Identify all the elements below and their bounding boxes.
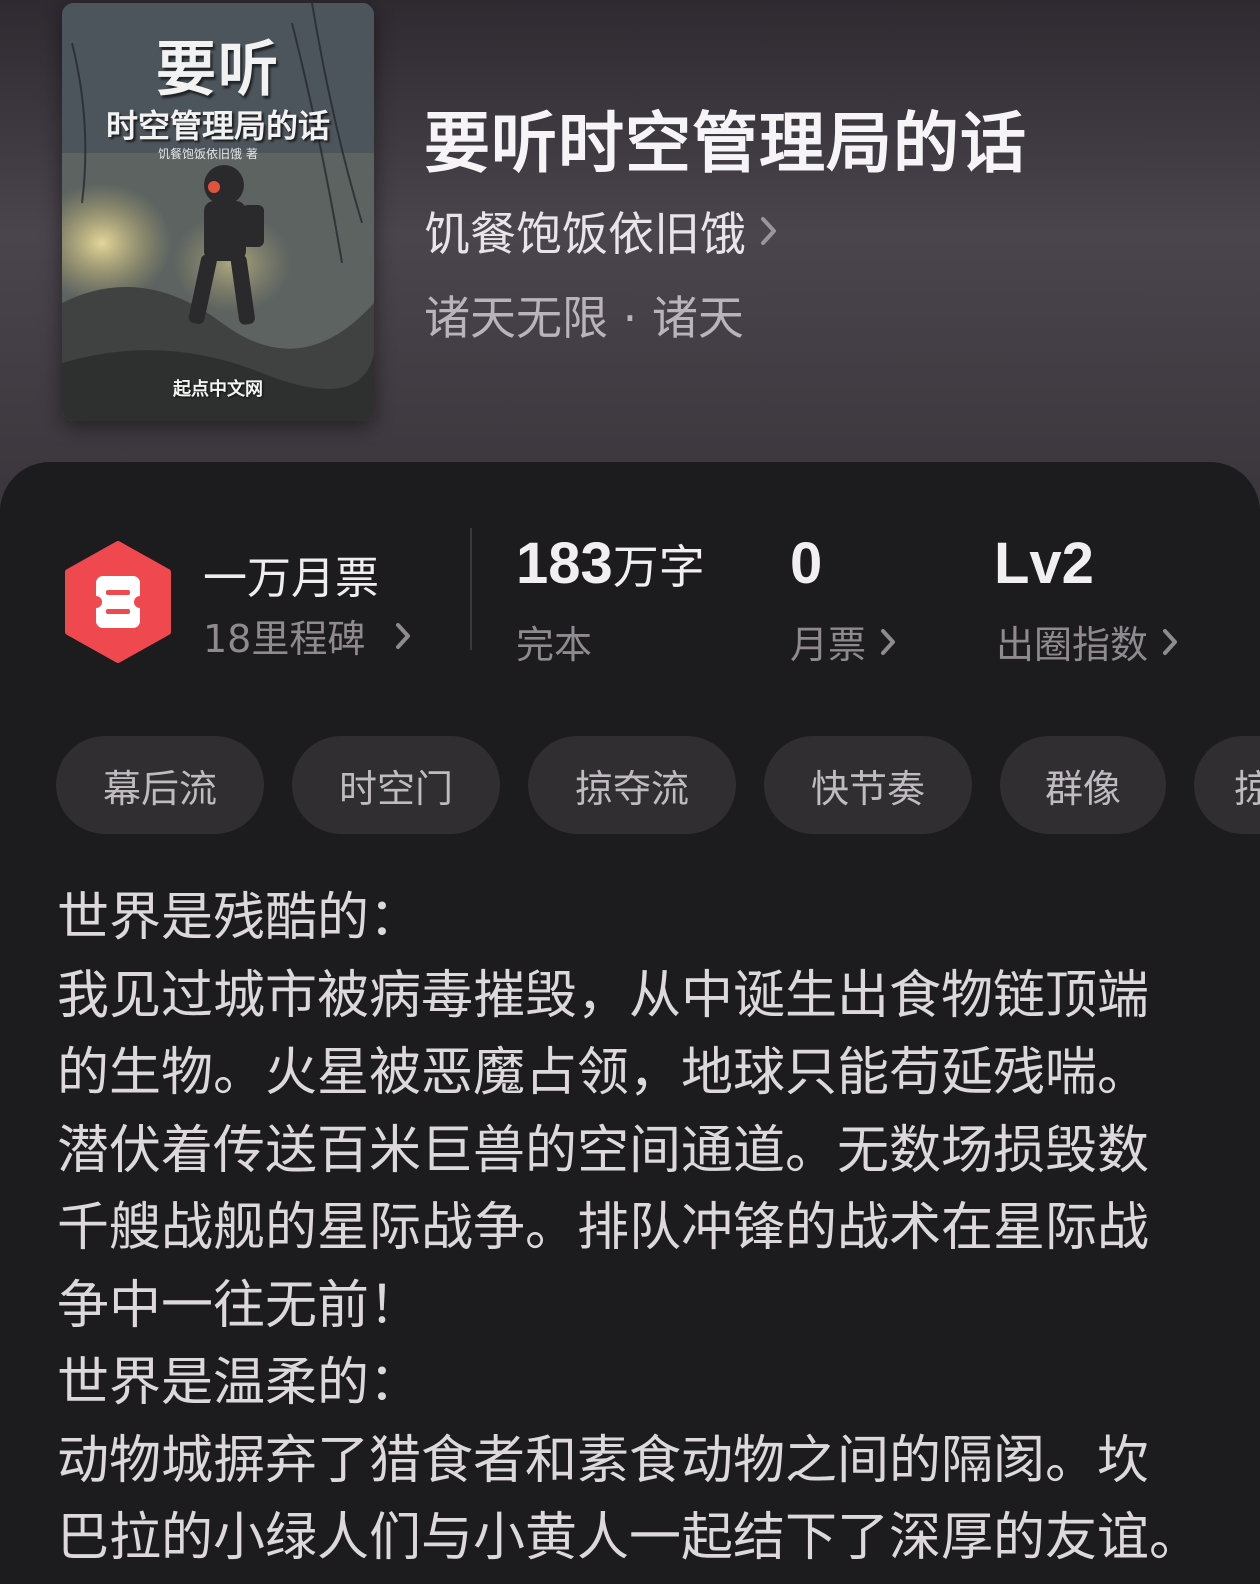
milestone-link[interactable]: 18里程碑 bbox=[203, 608, 411, 663]
synopsis-line: 千艘战舰的星际战争。排队冲锋的战术在星际战 bbox=[57, 1198, 1150, 1258]
synopsis-line: 世界是残酷的： bbox=[57, 888, 422, 948]
author-link[interactable]: 饥餐饱饭依旧饿 bbox=[424, 198, 778, 264]
cover-title-sub: 时空管理局的话 bbox=[105, 107, 330, 145]
monthly-ticket-label: 月票 bbox=[790, 623, 867, 667]
synopsis-line: 动物城摒弃了猎食者和素食动物之间的隔阂。坎 bbox=[57, 1430, 1150, 1491]
chevron-right-icon bbox=[761, 217, 776, 245]
word-count-unit: 万字 bbox=[612, 540, 705, 594]
chevron-right-icon bbox=[1163, 628, 1178, 655]
milestone-title: 一万月票 bbox=[203, 553, 379, 604]
chevron-right-icon bbox=[881, 628, 896, 655]
cover-author: 饥餐饱饭依旧饿 著 bbox=[158, 147, 258, 161]
author-name: 饥餐饱饭依旧饿 bbox=[424, 207, 746, 261]
synopsis-line: 巴拉的小绿人们与小黄人一起结下了深厚的友谊。 bbox=[57, 1508, 1202, 1568]
tag-chip[interactable]: 时空门 bbox=[292, 736, 500, 834]
book-cover[interactable]: 要听 时空管理局的话 饥餐饱饭依旧饿 著 起点中文网 bbox=[62, 3, 374, 421]
synopsis-line: 争中一往无前！ bbox=[57, 1275, 422, 1336]
word-count-value: 183万字 bbox=[516, 531, 705, 596]
tag-chip[interactable]: 幕后流 bbox=[56, 736, 264, 834]
tag-chip[interactable]: 掠夺流 bbox=[528, 736, 736, 834]
word-count-status: 完本 bbox=[516, 623, 593, 667]
cover-publisher-logo: 起点中文网 bbox=[173, 379, 263, 400]
tag-chip[interactable]: 群像 bbox=[1000, 736, 1166, 834]
tag-list: 幕后流 时空门 掠夺流 快节奏 群像 掠 bbox=[56, 736, 1260, 834]
index-value: Lv2 bbox=[994, 531, 1094, 596]
monthly-ticket-link[interactable]: 月票 bbox=[790, 614, 896, 669]
chevron-right-icon bbox=[396, 622, 411, 649]
synopsis-line: 潜伏着传送百米巨兽的空间通道。无数场损毁数 bbox=[57, 1120, 1150, 1181]
cover-title-main: 要听 bbox=[156, 35, 280, 105]
tag-chip[interactable]: 掠 bbox=[1194, 736, 1260, 834]
book-synopsis[interactable]: 世界是残酷的： 我见过城市被病毒摧毁，从中诞生出食物链顶端 的生物。火星被恶魔占… bbox=[57, 880, 1237, 1578]
synopsis-line: 的生物。火星被恶魔占领，地球只能苟延残喘。 bbox=[57, 1043, 1150, 1103]
synopsis-line: 世界是温柔的： bbox=[57, 1353, 422, 1413]
book-genre[interactable]: 诸天无限 · 诸天 bbox=[424, 282, 744, 348]
milestone-label: 18里程碑 bbox=[203, 617, 366, 661]
ticket-hexagon-icon[interactable] bbox=[62, 540, 174, 664]
book-title: 要听时空管理局的话 bbox=[424, 104, 1027, 182]
index-link[interactable]: 出圈指数 bbox=[996, 614, 1178, 669]
stats-divider bbox=[470, 528, 472, 650]
monthly-ticket-value: 0 bbox=[790, 531, 823, 596]
tag-chip[interactable]: 快节奏 bbox=[764, 736, 972, 834]
index-label: 出圈指数 bbox=[996, 623, 1149, 667]
synopsis-line: 我见过城市被病毒摧毁，从中诞生出食物链顶端 bbox=[57, 965, 1150, 1026]
